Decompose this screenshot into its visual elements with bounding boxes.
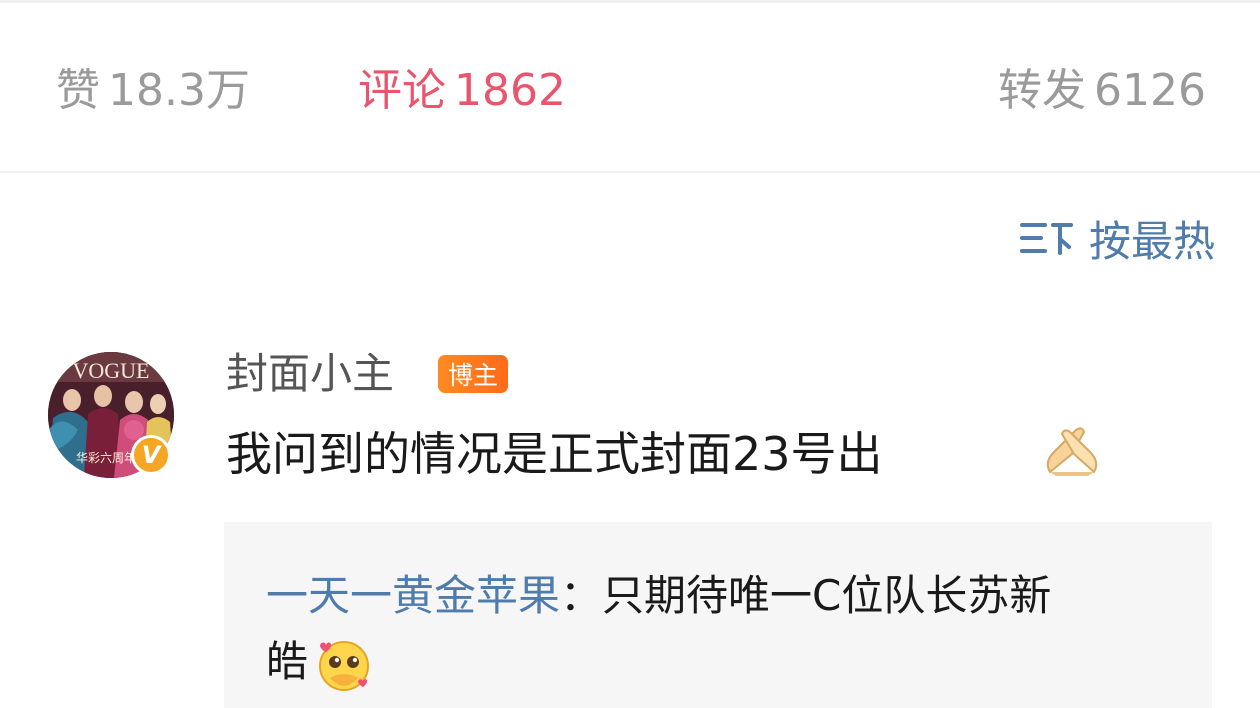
interaction-tabbar: 赞 18.3万 评论 1862 转发 6126 — [0, 3, 1260, 171]
tab-comments[interactable]: 评论 1862 — [358, 61, 566, 121]
reply-text-1: 只期待唯一C位队长苏新 — [602, 571, 1052, 620]
comment-text: 我问到的情况是正式封面23号出 — [226, 427, 883, 481]
reply-preview[interactable]: 一天一黄金苹果：只期待唯一C位队长苏新 皓 — [224, 522, 1212, 708]
avatar-logo-text: VOGUE — [73, 358, 150, 383]
avatar-caption-text: 华彩六周年 — [76, 451, 136, 465]
sort-button[interactable]: 按最热 — [1019, 210, 1215, 266]
sort-icon — [1019, 223, 1073, 255]
tab-likes-label: 赞 — [56, 65, 100, 116]
verified-badge-icon: V — [131, 435, 171, 475]
reply-line-2: 皓 — [266, 632, 308, 692]
comment-username[interactable]: 封面小主 — [226, 344, 394, 404]
verified-mark: V — [141, 441, 161, 469]
blogger-badge: 博主 — [438, 355, 508, 393]
tab-likes[interactable]: 赞 18.3万 — [56, 61, 250, 121]
tab-reposts-count: 6126 — [1094, 65, 1206, 116]
reply-line-1: 一天一黄金苹果：只期待唯一C位队长苏新 — [266, 566, 1051, 626]
reply-author[interactable]: 一天一黄金苹果 — [266, 571, 560, 620]
blogger-badge-label: 博主 — [447, 361, 498, 390]
reply-text-2: 皓 — [266, 637, 309, 686]
tab-likes-count: 18.3万 — [108, 65, 250, 116]
tab-comments-count: 1862 — [454, 65, 566, 116]
tab-reposts-label: 转发 — [998, 65, 1087, 116]
tab-reposts[interactable]: 转发 6126 — [998, 61, 1206, 121]
folded-hands-emoji-icon — [1046, 427, 1098, 476]
tab-comments-label: 评论 — [358, 65, 446, 116]
section-divider — [0, 171, 1260, 173]
pleading-face-hearts-emoji-icon — [319, 641, 369, 691]
reply-separator: ： — [560, 571, 603, 620]
sort-label: 按最热 — [1088, 216, 1215, 266]
